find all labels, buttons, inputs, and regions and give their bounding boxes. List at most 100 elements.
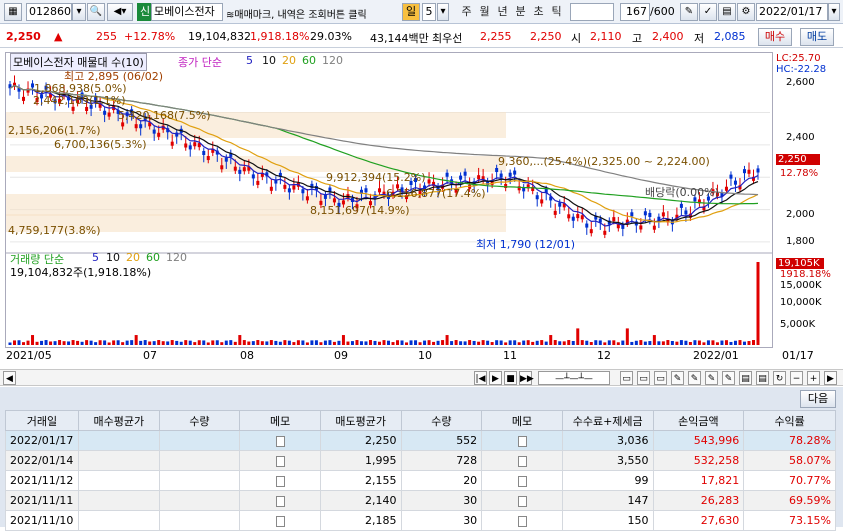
volume-bar [751, 340, 755, 345]
candle-body [242, 167, 246, 172]
volume-bar [49, 341, 53, 345]
period-second-tab[interactable]: 초 [530, 3, 547, 21]
scroll-start-icon[interactable]: |◀ [474, 371, 487, 385]
table-header: 거래일 매수평균가 수량 메모 매도평균가 수량 메모 수수료+제세금 손익금액… [5, 410, 836, 431]
volume-bar [17, 340, 21, 345]
next-button[interactable]: 다음 [800, 390, 836, 408]
candle-body [733, 180, 737, 185]
check-icon[interactable]: ✓ [699, 3, 717, 21]
scroll-right-icon[interactable]: ▶ [824, 371, 837, 385]
table-row[interactable]: 2021/11/12 2,155 20 99 17,821 70.77% [5, 470, 836, 491]
count-input[interactable]: 167 [620, 3, 650, 21]
volume-bar [130, 340, 134, 345]
tool-icon-2[interactable]: ▭ [637, 371, 650, 385]
memo-add-icon[interactable] [517, 515, 527, 527]
vol-ma-5: 5 [92, 251, 99, 264]
zoom-out-icon[interactable]: − [790, 371, 803, 385]
volume-bar [238, 335, 242, 345]
table-row[interactable]: 2021/11/11 2,140 30 147 26,283 69.59% [5, 490, 836, 511]
tool-icon-5[interactable]: ✎ [688, 371, 701, 385]
volume-bar [634, 340, 638, 345]
tool-icon-4[interactable]: ✎ [671, 371, 684, 385]
zoom-in-icon[interactable]: + [807, 371, 820, 385]
tool-icon-6[interactable]: ✎ [705, 371, 718, 385]
period-tick-tab[interactable]: 틱 [548, 3, 565, 21]
tool-icon-3[interactable]: ▭ [654, 371, 667, 385]
tick-input[interactable] [570, 3, 614, 21]
memo-add-icon[interactable] [517, 495, 527, 507]
period-n-input[interactable]: 5 [422, 3, 436, 21]
volume-bar [558, 341, 562, 345]
settings-icon[interactable]: ⚙ [737, 3, 755, 21]
memo-add-icon[interactable] [517, 455, 527, 467]
table-row[interactable]: 2021/11/10 2,185 30 150 27,630 73.15% [5, 510, 836, 531]
speaker-icon[interactable]: ◀▾ [107, 3, 133, 21]
tool-icon-10[interactable]: ↻ [773, 371, 786, 385]
volume-bar [85, 340, 89, 345]
code-dropdown-icon[interactable]: ▾ [72, 3, 86, 21]
vol-tick-5000: 5,000K [780, 319, 816, 330]
tool-icon-8[interactable]: ▤ [739, 371, 752, 385]
volume-bar [103, 340, 107, 345]
stock-code-input[interactable]: 012860 [26, 3, 72, 21]
cell-buy-qty [158, 470, 241, 491]
memo-icon[interactable] [275, 475, 285, 487]
zoom-slider[interactable]: —┴—┴— [538, 371, 610, 385]
volume-bar [643, 341, 647, 345]
search-icon[interactable]: 🔍 [87, 3, 105, 21]
period-year-tab[interactable]: 년 [494, 3, 511, 21]
memo-add-icon[interactable] [517, 475, 527, 487]
volume-bar [427, 340, 431, 345]
calendar-icon[interactable]: ▾ [828, 3, 840, 21]
period-n-dropdown-icon[interactable]: ▾ [437, 3, 449, 21]
menu-icon[interactable]: ▦ [4, 3, 22, 21]
volume-bar [702, 342, 706, 345]
date-input[interactable]: 2022/01/17 [756, 3, 828, 21]
period-week-tab[interactable]: 주 [458, 3, 475, 21]
volume-bar [80, 341, 84, 345]
volume-bar [229, 340, 233, 345]
volume-bar [112, 340, 116, 345]
tool-icon-1[interactable]: ▭ [620, 371, 633, 385]
tool-icon-9[interactable]: ▤ [756, 371, 769, 385]
save-icon[interactable]: ▤ [718, 3, 736, 21]
volume-bar [296, 340, 300, 345]
memo-icon[interactable] [275, 455, 285, 467]
play-forward-icon[interactable]: ▶▶ [519, 371, 534, 385]
chart-scrollbar[interactable]: ◀ |◀ ▶ ■ ▶▶ —┴—┴— ▭ ▭ ▭ ✎ ✎ ✎ ✎ ▤ ▤ ↻ − … [0, 369, 843, 386]
candle-body [256, 180, 260, 185]
cell-buy-memo [239, 510, 321, 531]
period-day-tab[interactable]: 일 [402, 3, 420, 21]
table-row[interactable]: 2022/01/17 2,250 552 3,036 543,996 78.28% [5, 430, 836, 451]
volume-bar [310, 340, 314, 345]
candle-body [576, 214, 580, 219]
chart-area[interactable]: 모베이스전자 매물대 수(10) 종가 단순 5 10 20 60 120 LC… [0, 50, 843, 368]
play-back-icon[interactable]: ▶ [489, 371, 502, 385]
volume-bar [472, 340, 476, 345]
change-value: 255 [96, 30, 117, 43]
cell-sell-qty: 30 [400, 490, 483, 511]
memo-icon[interactable] [275, 435, 285, 447]
scroll-left-icon[interactable]: ◀ [3, 371, 16, 385]
period-minute-tab[interactable]: 분 [512, 3, 529, 21]
candle-body [612, 217, 616, 222]
candle-body [477, 175, 481, 180]
cell-date: 2021/11/10 [5, 510, 79, 531]
volume-bar [355, 340, 359, 345]
table-row[interactable]: 2022/01/14 1,995 728 3,550 532,258 58.07% [5, 450, 836, 471]
period-month-tab[interactable]: 월 [476, 3, 493, 21]
volume-bar [206, 342, 210, 345]
memo-icon[interactable] [275, 515, 285, 527]
volume-bar [715, 342, 719, 345]
buy-button[interactable]: 매수 [758, 28, 792, 46]
tools-icon[interactable]: ✎ [680, 3, 698, 21]
sell-button[interactable]: 매도 [800, 28, 834, 46]
volume-bar [553, 340, 557, 345]
cell-sell-memo [481, 470, 563, 491]
tool-icon-7[interactable]: ✎ [722, 371, 735, 385]
memo-add-icon[interactable] [517, 435, 527, 447]
col-fee: 수수료+제세금 [561, 410, 654, 431]
stop-icon[interactable]: ■ [504, 371, 517, 385]
memo-icon[interactable] [275, 495, 285, 507]
volume-value-text: 19,104,832주(1,918.18%) [10, 266, 152, 279]
